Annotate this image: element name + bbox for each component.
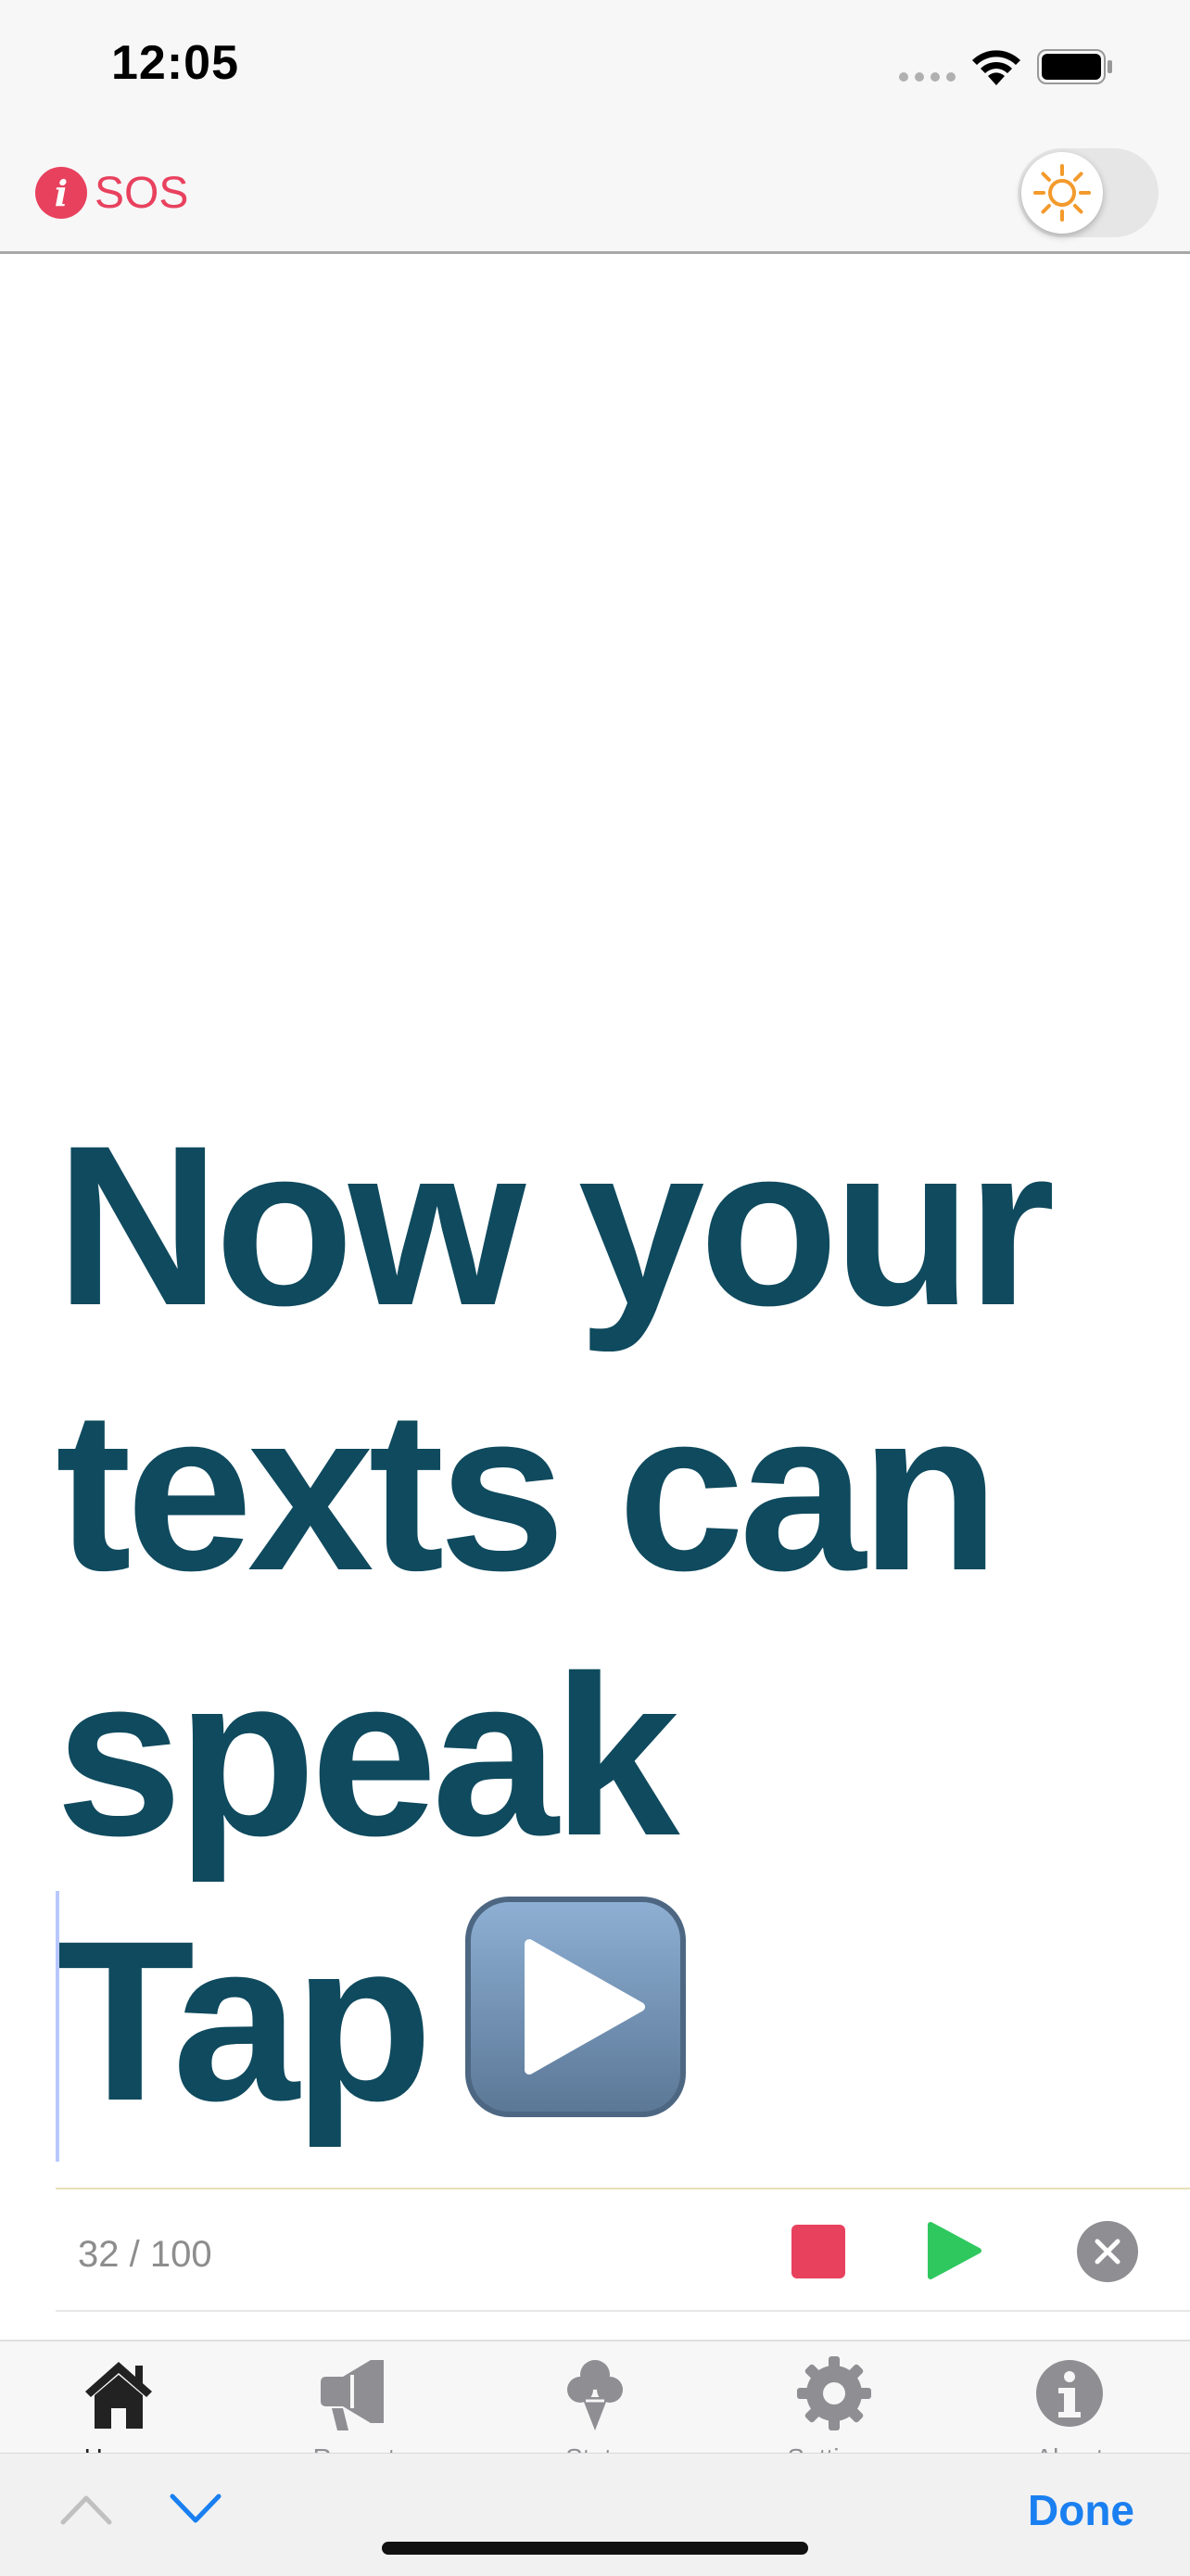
chevron-down-icon[interactable] (169, 2493, 222, 2526)
play-button[interactable] (927, 2221, 982, 2280)
battery-icon (1037, 49, 1112, 84)
tab-bar: Home Recent Stats (0, 2340, 1190, 2455)
character-counter: 32 / 100 (78, 2234, 212, 2275)
tab-home[interactable]: Home (44, 2354, 193, 2455)
editor-line-4: Tap (56, 1889, 1149, 2154)
house-icon (85, 2362, 152, 2429)
divider (56, 2310, 1190, 2312)
theme-toggle[interactable] (1018, 148, 1158, 237)
home-indicator (382, 2542, 808, 2555)
toggle-knob (1021, 152, 1103, 234)
sun-icon (1033, 164, 1091, 222)
nav-bar: i SOS (0, 139, 1190, 254)
editor-line-1: Now your (56, 1098, 1056, 1353)
tab-settings[interactable]: Settings (760, 2354, 908, 2455)
editor-line-3: speak (56, 1629, 680, 1884)
megaphone-icon (321, 2360, 384, 2430)
status-bar: 12:05 (0, 0, 1190, 139)
editor-line-2: texts can (56, 1364, 1000, 1618)
editor-line-4-text: Tap (56, 1894, 433, 2149)
gear-icon (797, 2356, 871, 2430)
text-caret (56, 1891, 59, 2162)
tab-about[interactable]: About (995, 2354, 1144, 2455)
divider (56, 2188, 1190, 2189)
text-editor[interactable]: Now your texts can speak Tap (56, 1094, 1149, 2154)
chevron-up-icon[interactable] (59, 2493, 113, 2526)
stop-button[interactable] (791, 2225, 845, 2278)
done-button[interactable]: Done (1028, 2485, 1134, 2535)
play-button-emoji-icon (465, 1897, 687, 2117)
tab-recent[interactable]: Recent (280, 2354, 428, 2455)
sos-button[interactable]: i SOS (35, 165, 188, 221)
close-icon (1095, 2239, 1120, 2265)
tab-stats[interactable]: Stats (521, 2354, 669, 2455)
cellular-signal-icon (899, 72, 956, 83)
wifi-icon (972, 50, 1020, 85)
clear-button[interactable] (1077, 2221, 1138, 2282)
status-time: 12:05 (111, 36, 239, 90)
sos-label: SOS (95, 168, 189, 218)
info-icon (1036, 2360, 1103, 2427)
keyboard-accessory-bar: Done (0, 2453, 1190, 2576)
ice-cream-icon (567, 2360, 623, 2430)
info-circle-icon: i (35, 167, 87, 219)
